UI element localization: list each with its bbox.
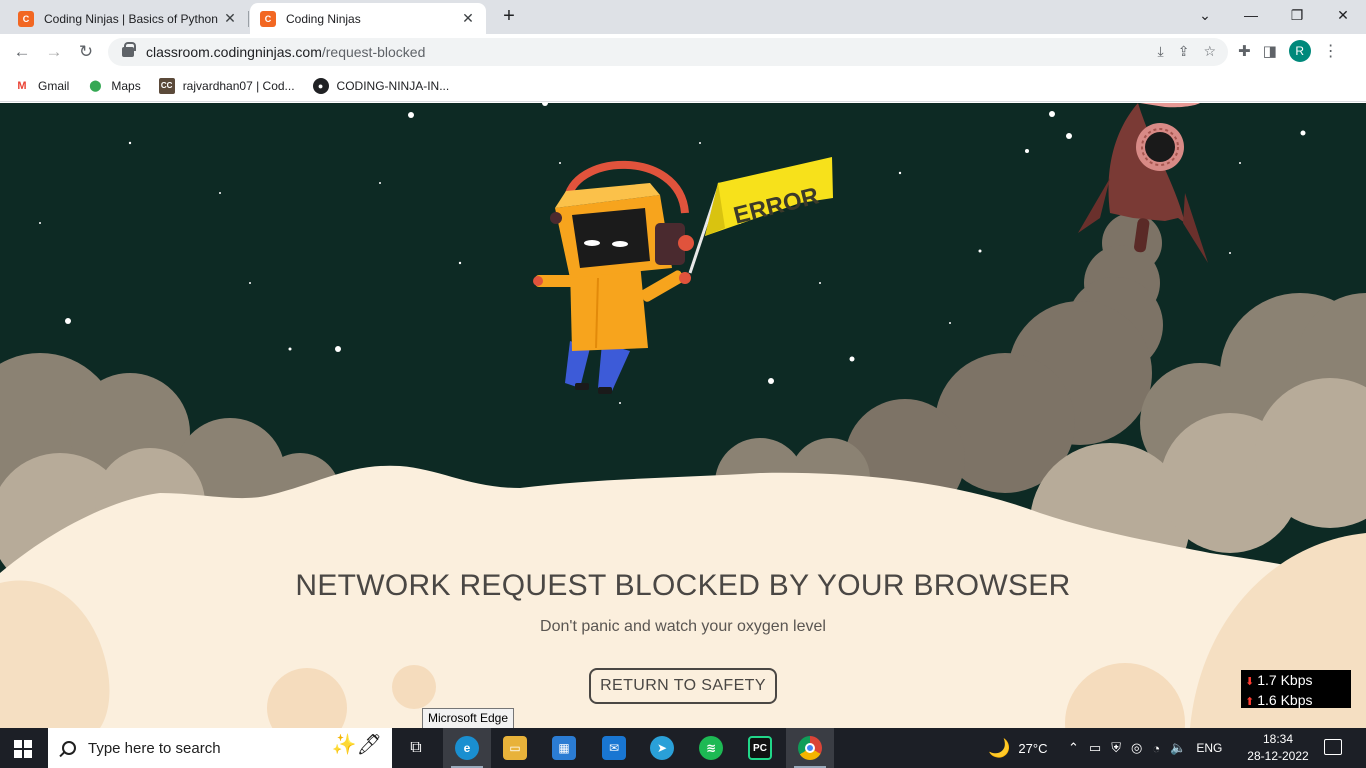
bookmarks-bar: M Gmail ⬤ Maps CC rajvardhan07 | Cod... …	[0, 70, 1366, 102]
tab-title: Coding Ninjas | Basics of Python	[44, 11, 218, 26]
wifi-icon[interactable]: ◔	[1152, 741, 1160, 756]
taskbar-file-explorer-icon[interactable]: ▭	[491, 728, 539, 768]
rocket	[1078, 103, 1208, 263]
taskbar-store-icon[interactable]: ▦	[540, 728, 588, 768]
tab-separator	[248, 11, 249, 27]
weather-moon-icon: 🌙	[988, 737, 1011, 758]
bookmark-rajvardhan07[interactable]: CC rajvardhan07 | Cod...	[158, 77, 295, 94]
url-path: /request-blocked	[321, 44, 426, 60]
error-flag: ERROR	[688, 157, 833, 274]
upload-arrow-icon: ⬆	[1245, 696, 1255, 708]
weather-widget[interactable]: 🌙 27°C	[988, 728, 1047, 768]
taskbar-chrome-icon[interactable]	[786, 728, 834, 768]
show-hidden-icons-chevron-icon[interactable]: ⌃	[1068, 740, 1079, 756]
side-panel-icon[interactable]: ◨	[1263, 42, 1277, 60]
edge-tooltip: Microsoft Edge	[422, 708, 515, 728]
tab-search-chevron-icon[interactable]: ⌄	[1182, 0, 1228, 30]
github-icon: ●	[312, 77, 329, 94]
tab-coding-ninjas[interactable]: C Coding Ninjas ✕	[250, 3, 486, 34]
new-tab-button[interactable]: +	[495, 5, 523, 29]
share-icon[interactable]: ⇪	[1178, 43, 1190, 60]
volume-icon[interactable]: 🔈	[1170, 740, 1186, 756]
taskbar-search[interactable]: Type here to search ✨🖊	[48, 728, 392, 768]
notifications-icon[interactable]	[1324, 739, 1342, 755]
error-page: ERROR NETWORK REQUEST BLOCKED BY YOUR BR…	[0, 103, 1366, 728]
net-up: 1.6 Kbps	[1257, 692, 1313, 708]
error-subtext: Don't panic and watch your oxygen level	[540, 618, 826, 635]
weather-temp: 27°C	[1018, 740, 1048, 756]
clock-time: 18:34	[1262, 732, 1294, 746]
windows-taskbar: Type here to search ✨🖊 ⧉ e ▭ ▦ ✉ ➤ ≋ PC …	[0, 728, 1366, 768]
search-icon	[62, 741, 76, 755]
bookmark-maps[interactable]: ⬤ Maps	[87, 78, 141, 94]
bookmark-label: Maps	[111, 78, 141, 93]
back-button[interactable]: ←	[10, 40, 34, 64]
close-tab-icon[interactable]: ✕	[222, 10, 238, 27]
taskbar-telegram-icon[interactable]: ➤	[638, 728, 686, 768]
bookmark-star-icon[interactable]: ☆	[1203, 43, 1216, 60]
menu-kebab-icon[interactable]: ⋮	[1323, 41, 1339, 61]
tab-title: Coding Ninjas	[286, 11, 361, 26]
security-icon[interactable]: ⛨	[1111, 740, 1121, 756]
clock-date: 28-12-2022	[1247, 749, 1309, 763]
forward-button[interactable]: →	[42, 40, 66, 64]
url-host: classroom.codingninjas.com	[146, 44, 322, 60]
minimize-button[interactable]: —	[1228, 0, 1274, 30]
bookmark-gmail[interactable]: M Gmail	[14, 78, 69, 94]
error-headline: NETWORK REQUEST BLOCKED BY YOUR BROWSER	[295, 569, 1071, 602]
taskbar-mail-icon[interactable]: ✉	[590, 728, 638, 768]
reload-button[interactable]: ↻	[74, 40, 98, 64]
restore-button[interactable]: ❐	[1274, 0, 1320, 30]
address-bar[interactable]: classroom.codingninjas.com/request-block…	[108, 38, 1228, 66]
taskbar-spotify-icon[interactable]: ≋	[687, 728, 735, 768]
search-highlight-icon: ✨🖊	[331, 734, 382, 756]
language-indicator[interactable]: ENG	[1196, 741, 1222, 755]
profile-avatar[interactable]: R	[1288, 40, 1311, 62]
codingninjas-icon: CC	[158, 77, 175, 94]
return-to-safety-button[interactable]: RETURN TO SAFETY	[589, 668, 777, 704]
maps-icon: ⬤	[89, 80, 102, 92]
bookmark-label: rajvardhan07 | Cod...	[182, 78, 295, 93]
install-app-icon[interactable]: ⤓	[1158, 43, 1164, 60]
gmail-icon: M	[17, 79, 27, 92]
robot-astronaut	[533, 160, 694, 394]
taskbar-pycharm-icon[interactable]: PC	[736, 728, 784, 768]
clock[interactable]: 18:34 28-12-2022	[1242, 731, 1314, 765]
meet-now-icon[interactable]: ◎	[1131, 740, 1142, 756]
taskbar-edge-icon[interactable]: e	[443, 728, 491, 768]
extensions-puzzle-icon[interactable]: ✚	[1238, 42, 1251, 60]
bookmark-label: CODING-NINJA-IN...	[336, 78, 450, 93]
codingninjas-favicon-icon: C	[260, 10, 276, 27]
lock-icon[interactable]	[122, 42, 136, 57]
close-tab-icon[interactable]: ✕	[460, 10, 476, 27]
close-window-button[interactable]: ✕	[1320, 0, 1366, 30]
tab-strip: C Coding Ninjas | Basics of Python ✕ C C…	[0, 0, 1366, 34]
network-speed-meter: ⬇ 1.7 Kbps ⬆ 1.6 Kbps	[1241, 670, 1351, 708]
download-arrow-icon: ⬇	[1245, 676, 1255, 688]
net-down: 1.7 Kbps	[1257, 672, 1313, 688]
bookmark-label: Gmail	[38, 78, 70, 93]
search-placeholder: Type here to search	[88, 739, 221, 757]
battery-icon[interactable]: ▭	[1089, 740, 1101, 756]
tab-basics-of-python[interactable]: C Coding Ninjas | Basics of Python ✕	[8, 3, 248, 34]
browser-toolbar: ← → ↻ classroom.codingninjas.com/request…	[0, 34, 1366, 70]
task-view-icon[interactable]: ⧉	[392, 728, 440, 768]
bookmark-coding-ninja-github[interactable]: ● CODING-NINJA-IN...	[312, 77, 450, 94]
codingninjas-favicon-icon: C	[18, 10, 34, 27]
system-tray: ⌃ ▭ ⛨ ◎ ◔ 🔈 ENG	[1068, 728, 1222, 768]
windows-start-icon[interactable]	[14, 740, 32, 758]
